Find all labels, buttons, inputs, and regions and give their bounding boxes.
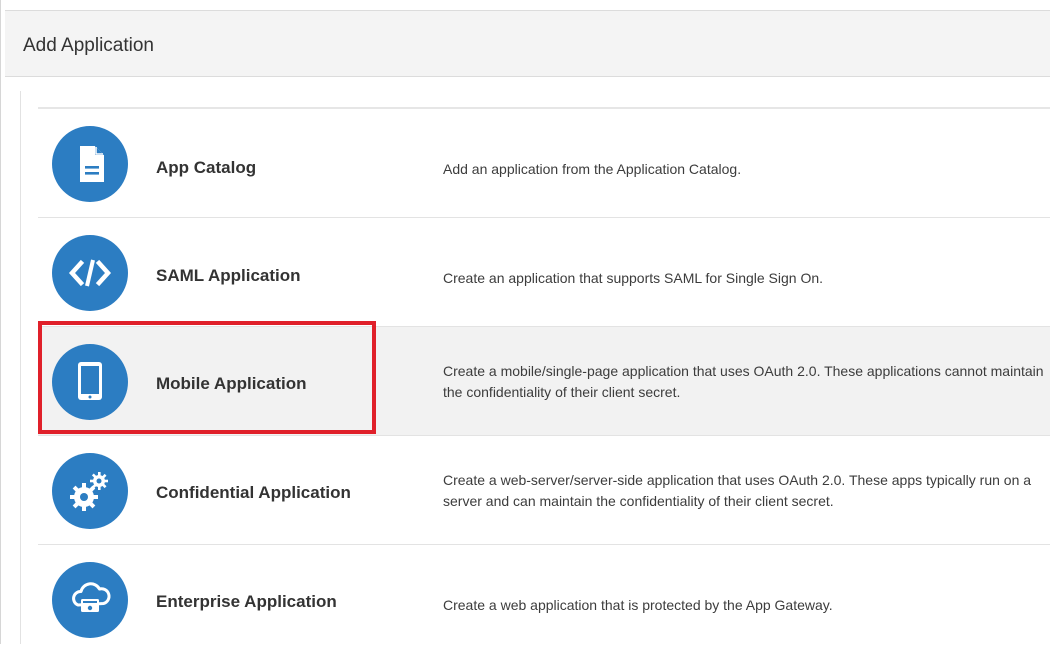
add-application-dialog: Add Application App Catalog Add an appli… bbox=[0, 0, 1050, 644]
code-icon bbox=[52, 235, 128, 311]
option-enterprise-application[interactable]: Enterprise Application Create a web appl… bbox=[38, 545, 1050, 654]
gears-icon bbox=[52, 453, 128, 529]
option-name: App Catalog bbox=[156, 158, 257, 177]
option-confidential-application[interactable]: Confidential Application Create a web-se… bbox=[38, 436, 1050, 545]
dialog-title: Add Application bbox=[23, 35, 154, 56]
option-name: Confidential Application bbox=[156, 483, 351, 502]
dialog-header: Add Application bbox=[5, 10, 1050, 77]
option-description: Create an application that supports SAML… bbox=[443, 270, 824, 286]
document-icon bbox=[52, 126, 128, 202]
option-description: Create a mobile/single-page application … bbox=[443, 363, 1044, 400]
option-saml-application[interactable]: SAML Application Create an application t… bbox=[38, 218, 1050, 327]
cloud-gateway-icon bbox=[52, 562, 128, 638]
option-description: Create a web-server/server-side applicat… bbox=[443, 472, 1032, 509]
option-description: Add an application from the Application … bbox=[443, 161, 742, 177]
option-name: Mobile Application bbox=[156, 374, 307, 393]
tablet-icon bbox=[52, 344, 128, 420]
option-description: Create a web application that is protect… bbox=[443, 597, 833, 613]
option-app-catalog[interactable]: App Catalog Add an application from the … bbox=[38, 109, 1050, 218]
option-mobile-application[interactable]: Mobile Application Create a mobile/singl… bbox=[38, 327, 1050, 436]
option-name: Enterprise Application bbox=[156, 592, 337, 611]
option-name: SAML Application bbox=[156, 266, 301, 285]
